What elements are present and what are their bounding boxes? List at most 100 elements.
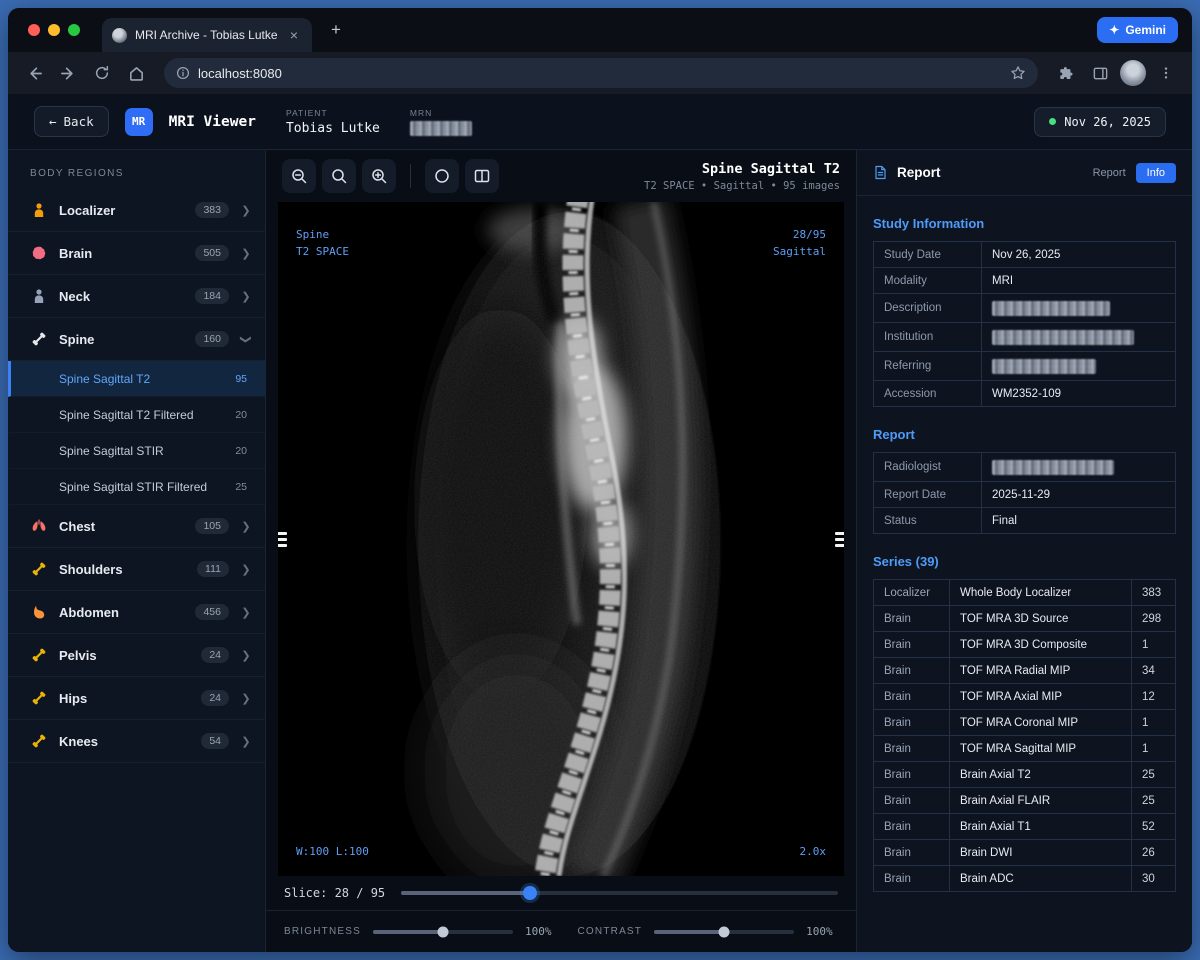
- app-header: ← Back MR MRI Viewer PATIENT Tobias Lutk…: [8, 94, 1192, 150]
- report-panel-header: Report Report Info: [857, 150, 1192, 196]
- series-row[interactable]: Brain Brain Axial T1 52: [874, 814, 1176, 840]
- status-dot-icon: [1049, 118, 1056, 125]
- sidebar-item-hips[interactable]: Hips 24 ❯: [8, 677, 265, 720]
- report-table: Radiologist Report Date 2025-11-29 Statu…: [873, 452, 1176, 534]
- sidebar-item-localizer[interactable]: Localizer 383 ❯: [8, 189, 265, 232]
- mrn-redacted-value: [410, 121, 472, 136]
- count-badge: 160: [195, 331, 229, 347]
- side-panel-icon[interactable]: [1086, 59, 1114, 87]
- study-date-badge: Nov 26, 2025: [1034, 107, 1166, 137]
- minimize-window-button[interactable]: [48, 24, 60, 36]
- sidebar-item-knees[interactable]: Knees 54 ❯: [8, 720, 265, 763]
- tab-favicon: [112, 28, 127, 43]
- chevron-right-icon: ❯: [241, 735, 251, 748]
- subregion-label: Spine Sagittal STIR Filtered: [59, 480, 227, 494]
- sidebar-subitem-spine-sagittal-stir-filtered[interactable]: Spine Sagittal STIR Filtered 25: [8, 469, 265, 505]
- menu-kebab-icon[interactable]: [1152, 59, 1180, 87]
- sidebar-subitem-spine-sagittal-stir[interactable]: Spine Sagittal STIR 20: [8, 433, 265, 469]
- panel-scroll-area[interactable]: Study Information Study Date Nov 26, 202…: [857, 196, 1192, 952]
- region-label: Shoulders: [59, 562, 185, 577]
- sidebar-item-brain[interactable]: Brain 505 ❯: [8, 232, 265, 275]
- contrast-slider[interactable]: [654, 930, 794, 934]
- sidebar-item-shoulders[interactable]: Shoulders 111 ❯: [8, 548, 265, 591]
- back-label: Back: [64, 114, 94, 129]
- mri-canvas[interactable]: Spine T2 SPACE 28/95 Sagittal W:100 L:10…: [278, 202, 844, 876]
- profile-avatar[interactable]: [1120, 60, 1146, 86]
- table-row: Referring: [874, 352, 1176, 381]
- table-row: Status Final: [874, 508, 1176, 534]
- count-badge: 383: [195, 202, 229, 218]
- sidebar-item-chest[interactable]: Chest 105 ❯: [8, 505, 265, 548]
- table-row: Description: [874, 294, 1176, 323]
- chevron-right-icon: ❯: [241, 290, 251, 303]
- sidebar-subitem-spine-sagittal-t2-filtered[interactable]: Spine Sagittal T2 Filtered 20: [8, 397, 265, 433]
- mrn-label: MRN: [410, 108, 472, 118]
- bone-icon: [30, 561, 47, 578]
- bookmark-star-icon[interactable]: [1010, 65, 1026, 81]
- overlay-zoom-factor: 2.0x: [800, 843, 827, 860]
- back-button[interactable]: ← Back: [34, 106, 109, 137]
- forward-arrow-icon[interactable]: [54, 59, 82, 87]
- chevron-right-icon: ❯: [241, 649, 251, 662]
- overlay-slice-info: 28/95 Sagittal: [773, 226, 826, 260]
- slice-slider-thumb[interactable]: [523, 886, 537, 900]
- report-doc-icon: [873, 165, 888, 180]
- sidebar-item-spine[interactable]: Spine 160 ❯: [8, 318, 265, 361]
- series-row[interactable]: Brain TOF MRA 3D Source 298: [874, 606, 1176, 632]
- tab-close-icon[interactable]: ×: [286, 26, 302, 44]
- extensions-icon[interactable]: [1052, 59, 1080, 87]
- series-row[interactable]: Brain TOF MRA Radial MIP 34: [874, 658, 1176, 684]
- slice-slider[interactable]: [401, 891, 838, 895]
- tab-info[interactable]: Info: [1136, 163, 1176, 183]
- series-row[interactable]: Localizer Whole Body Localizer 383: [874, 580, 1176, 606]
- right-panel-drag-handle[interactable]: [835, 532, 844, 547]
- chevron-right-icon: ❯: [241, 563, 251, 576]
- panel-view-toggle: Report Info: [1093, 163, 1176, 183]
- address-bar[interactable]: localhost:8080: [164, 58, 1038, 88]
- series-row[interactable]: Brain Brain Axial FLAIR 25: [874, 788, 1176, 814]
- series-row[interactable]: Brain TOF MRA Coronal MIP 1: [874, 710, 1176, 736]
- contrast-slider-thumb[interactable]: [719, 926, 730, 937]
- new-tab-button[interactable]: +: [324, 18, 348, 42]
- brightness-slider-thumb[interactable]: [438, 926, 449, 937]
- count-badge: 456: [195, 604, 229, 620]
- sidebar-item-neck[interactable]: Neck 184 ❯: [8, 275, 265, 318]
- brightness-slider[interactable]: [373, 930, 513, 934]
- chevron-right-icon: ❯: [241, 520, 251, 533]
- circle-tool-icon[interactable]: [425, 159, 459, 193]
- series-subtitle: T2 SPACE • Sagittal • 95 images: [644, 180, 840, 192]
- count-text: 20: [235, 409, 247, 421]
- reload-icon[interactable]: [88, 59, 116, 87]
- count-text: 25: [235, 481, 247, 493]
- series-row[interactable]: Brain Brain ADC 30: [874, 866, 1176, 892]
- count-text: 95: [235, 373, 247, 385]
- close-window-button[interactable]: [28, 24, 40, 36]
- series-row[interactable]: Brain TOF MRA Sagittal MIP 1: [874, 736, 1176, 762]
- zoom-icon[interactable]: [322, 159, 356, 193]
- series-row[interactable]: Brain TOF MRA Axial MIP 12: [874, 684, 1176, 710]
- back-arrow-icon[interactable]: [20, 59, 48, 87]
- maximize-window-button[interactable]: [68, 24, 80, 36]
- redacted-text: [992, 359, 1096, 374]
- series-row[interactable]: Brain Brain Axial T2 25: [874, 762, 1176, 788]
- info-icon[interactable]: [176, 66, 190, 80]
- zoom-in-icon[interactable]: [362, 159, 396, 193]
- gemini-badge[interactable]: ✦ Gemini: [1097, 17, 1178, 43]
- home-icon[interactable]: [122, 59, 150, 87]
- slice-label: Slice: 28 / 95: [284, 886, 385, 900]
- sidebar-subitem-spine-sagittal-t2[interactable]: Spine Sagittal T2 95: [8, 361, 265, 397]
- sidebar-item-pelvis[interactable]: Pelvis 24 ❯: [8, 634, 265, 677]
- tab-report[interactable]: Report: [1093, 167, 1126, 179]
- window-controls: [28, 24, 80, 36]
- chevron-down-icon: ❯: [240, 334, 253, 344]
- series-row[interactable]: Brain Brain DWI 26: [874, 840, 1176, 866]
- left-panel-drag-handle[interactable]: [278, 532, 287, 547]
- app-title: MRI Viewer: [169, 114, 256, 130]
- browser-tab[interactable]: MRI Archive - Tobias Lutke ×: [102, 18, 312, 52]
- layout-columns-icon[interactable]: [465, 159, 499, 193]
- series-row[interactable]: Brain TOF MRA 3D Composite 1: [874, 632, 1176, 658]
- sidebar-item-abdomen[interactable]: Abdomen 456 ❯: [8, 591, 265, 634]
- mri-image: [278, 202, 844, 876]
- sparkle-icon: ✦: [1109, 23, 1119, 37]
- zoom-out-icon[interactable]: [282, 159, 316, 193]
